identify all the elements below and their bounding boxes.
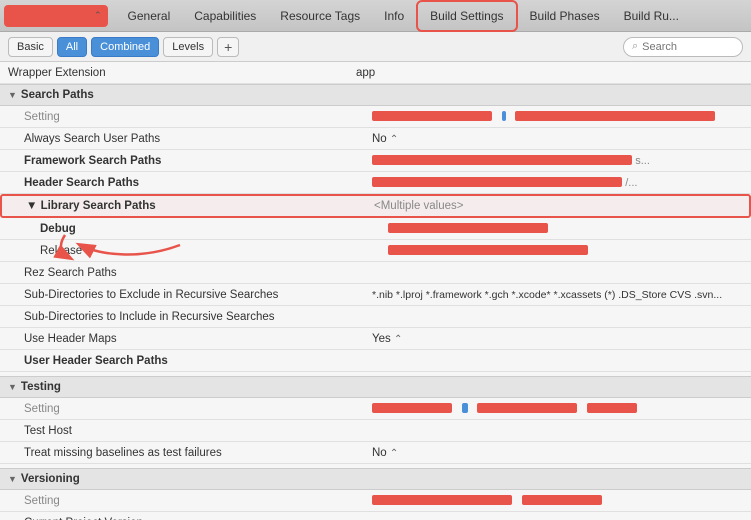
framework-search-paths-row: Framework Search Paths s... (0, 150, 751, 172)
tab-general[interactable]: General (116, 0, 183, 32)
tab-build-rules[interactable]: Build Ru... (612, 0, 691, 32)
framework-search-value: s... (364, 155, 751, 167)
section-testing-label: Testing (21, 381, 61, 393)
rez-search-paths-row: Rez Search Paths (0, 262, 751, 284)
sp-setting-name: Setting (24, 109, 364, 125)
search-box[interactable]: ⌕ (623, 37, 743, 57)
current-project-version-row: Current Project Version (0, 512, 751, 520)
subdirs-include-name: Sub-Directories to Include in Recursive … (24, 309, 364, 325)
use-header-maps-value: Yes ⌃ (364, 333, 751, 345)
subdirs-exclude-name: Sub-Directories to Exclude in Recursive … (24, 287, 364, 303)
testing-setting-redacted4 (587, 403, 637, 413)
versioning-setting-name: Setting (24, 493, 364, 509)
library-search-name: ▼ Library Search Paths (26, 198, 366, 214)
header-search-paths-row: Header Search Paths /... (0, 172, 751, 194)
versioning-setting-value (364, 495, 751, 507)
testing-setting-name: Setting (24, 401, 364, 417)
filter-combined-button[interactable]: Combined (91, 37, 159, 57)
section-search-paths[interactable]: ▼ Search Paths (0, 84, 751, 106)
tab-bar: ⌃ General Capabilities Resource Tags Inf… (0, 0, 751, 32)
header-search-redacted (372, 177, 622, 187)
current-project-version-name: Current Project Version (24, 515, 364, 520)
library-search-debug-value (380, 223, 751, 235)
use-header-maps-row: Use Header Maps Yes ⌃ (0, 328, 751, 350)
library-search-value: <Multiple values> (366, 200, 749, 212)
section-versioning[interactable]: ▼ Versioning (0, 468, 751, 490)
sp-setting-redacted (372, 111, 492, 121)
rez-search-name: Rez Search Paths (24, 265, 364, 281)
library-search-release-name: Release (40, 243, 380, 259)
sp-setting-value (364, 111, 751, 123)
user-header-search-paths-row: User Header Search Paths (0, 350, 751, 372)
wrapper-extension-value: app (348, 67, 743, 79)
section-versioning-label: Versioning (21, 473, 80, 485)
subdirs-include-row: Sub-Directories to Include in Recursive … (0, 306, 751, 328)
testing-triangle-icon: ▼ (8, 382, 17, 392)
tab-capabilities[interactable]: Capabilities (182, 0, 268, 32)
search-paths-setting-header: Setting (0, 106, 751, 128)
triangle-icon: ▼ (8, 90, 17, 100)
library-search-release-row: Release (0, 240, 751, 262)
framework-search-name: Framework Search Paths (24, 153, 364, 169)
user-header-search-name: User Header Search Paths (24, 353, 364, 369)
content-area: Wrapper Extension app ▼ Search Paths Set… (0, 62, 751, 520)
section-testing[interactable]: ▼ Testing (0, 376, 751, 398)
tab-build-settings[interactable]: Build Settings (416, 0, 517, 32)
tab-resource-tags[interactable]: Resource Tags (268, 0, 372, 32)
testing-setting-redacted1 (372, 403, 452, 413)
project-selector[interactable]: ⌃ (4, 5, 108, 27)
section-search-paths-label: Search Paths (21, 89, 94, 101)
sp-setting-redacted2 (502, 111, 506, 121)
wrapper-extension-name: Wrapper Extension (8, 65, 348, 81)
versioning-setting-redacted2 (522, 495, 602, 505)
versioning-setting-redacted1 (372, 495, 512, 505)
project-name-redacted (10, 10, 90, 22)
filter-all-button[interactable]: All (57, 37, 87, 57)
testing-setting-redacted3 (477, 403, 577, 413)
sp-setting-redacted3 (515, 111, 715, 121)
chevron-icon: ⌃ (94, 10, 102, 21)
testing-setting-redacted2 (462, 403, 468, 413)
search-input[interactable] (642, 41, 732, 53)
tab-build-phases[interactable]: Build Phases (518, 0, 612, 32)
use-header-maps-name: Use Header Maps (24, 331, 364, 347)
treat-missing-baselines-value: No ⌃ (364, 447, 751, 459)
library-search-release-value (380, 245, 751, 257)
release-redacted (388, 245, 588, 255)
wrapper-extension-row: Wrapper Extension app (0, 62, 751, 84)
subdirs-exclude-value: *.nib *.lproj *.framework *.gch *.xcode*… (364, 289, 751, 301)
tab-info[interactable]: Info (372, 0, 416, 32)
test-host-name: Test Host (24, 423, 364, 439)
debug-redacted (388, 223, 548, 233)
versioning-triangle-icon: ▼ (8, 474, 17, 484)
testing-setting-header: Setting (0, 398, 751, 420)
search-icon: ⌕ (632, 40, 638, 53)
test-host-row: Test Host (0, 420, 751, 442)
library-search-debug-row: Debug (0, 218, 751, 240)
library-search-paths-row[interactable]: ▼ Library Search Paths <Multiple values> (0, 194, 751, 218)
always-search-name: Always Search User Paths (24, 131, 364, 147)
framework-search-redacted (372, 155, 632, 165)
add-setting-button[interactable]: + (217, 37, 239, 57)
header-search-name: Header Search Paths (24, 175, 364, 191)
treat-missing-baselines-row: Treat missing baselines as test failures… (0, 442, 751, 464)
subdirs-exclude-row: Sub-Directories to Exclude in Recursive … (0, 284, 751, 306)
treat-missing-baselines-name: Treat missing baselines as test failures (24, 445, 364, 461)
toolbar-row: Basic All Combined Levels + ⌕ (0, 32, 751, 62)
always-search-value: No ⌃ (364, 133, 751, 145)
filter-levels-button[interactable]: Levels (163, 37, 213, 57)
header-search-value: /... (364, 177, 751, 189)
always-search-user-paths-row: Always Search User Paths No ⌃ (0, 128, 751, 150)
testing-setting-value (364, 403, 751, 415)
filter-basic-button[interactable]: Basic (8, 37, 53, 57)
library-search-debug-name: Debug (40, 221, 380, 237)
versioning-setting-header: Setting (0, 490, 751, 512)
